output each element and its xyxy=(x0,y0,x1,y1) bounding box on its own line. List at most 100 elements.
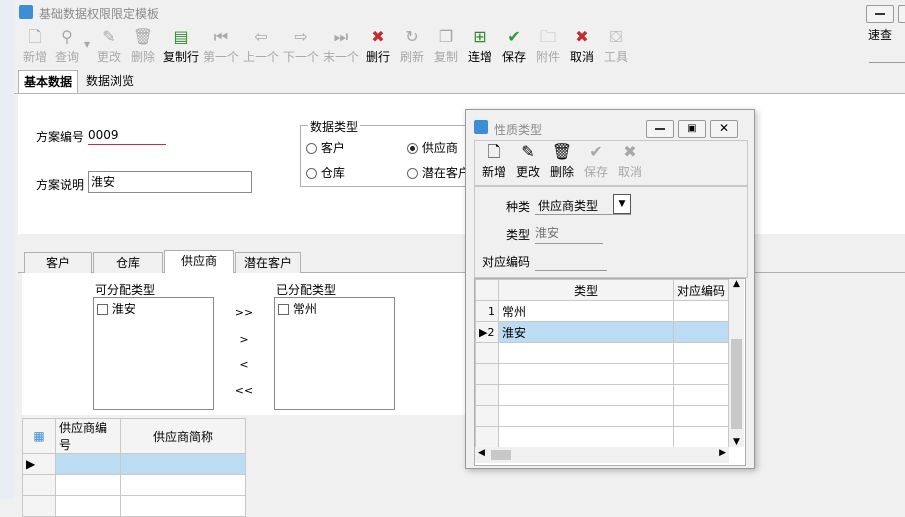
table-row[interactable] xyxy=(475,363,730,385)
current-row-indicator-icon: ▶ xyxy=(22,453,56,475)
delete-button[interactable]: 🗑 删除 xyxy=(126,26,160,68)
unassign-one-button[interactable]: < xyxy=(234,358,254,371)
refresh-icon: ↻ xyxy=(405,27,419,46)
search-icon: ⚲ xyxy=(61,27,73,46)
scroll-up-icon[interactable]: ▲ xyxy=(729,279,744,289)
table-row[interactable]: ▶2 淮安 xyxy=(475,321,730,343)
tab-basic-data[interactable]: 基本数据 xyxy=(18,70,79,93)
table-row[interactable] xyxy=(475,426,730,448)
scroll-down-icon[interactable]: ▼ xyxy=(729,437,744,447)
radio-warehouse[interactable]: 仓库 xyxy=(306,164,345,181)
grid-cell[interactable] xyxy=(672,363,730,385)
check-icon: ✔ xyxy=(589,142,603,161)
grid-cell[interactable] xyxy=(120,453,246,475)
column-header-supplier-name[interactable]: 供应商简称 xyxy=(120,418,246,454)
first-button[interactable]: ⏮ 第一个 xyxy=(203,26,239,68)
chevron-down-icon[interactable]: ▼ xyxy=(613,194,631,214)
copy-icon: ❐ xyxy=(438,27,454,46)
lower-tab-customer[interactable]: 客户 xyxy=(24,252,92,273)
grid-cell[interactable] xyxy=(672,405,730,427)
dialog-close-button[interactable]: ✕ xyxy=(710,120,738,138)
horizontal-scroll-thumb[interactable] xyxy=(491,450,511,460)
grid-cell[interactable] xyxy=(497,426,674,448)
continuous-add-icon: ⊞ xyxy=(473,27,487,46)
grid-settings-icon[interactable]: ▦ xyxy=(22,418,56,454)
grid-cell[interactable] xyxy=(497,384,674,406)
pencil-icon: ✎ xyxy=(102,27,116,46)
dialog-restore-button[interactable]: ▣ xyxy=(678,120,706,138)
table-row[interactable]: ▶ xyxy=(22,453,246,475)
dialog-grid: 类型 对应编码 1 常州 ▶2 淮安 ▲ ▼ ◀ ▶ xyxy=(474,278,746,466)
code-field[interactable] xyxy=(535,250,607,271)
table-row[interactable] xyxy=(22,474,246,496)
grid-cell[interactable]: 常州 xyxy=(497,300,674,322)
copy-row-button[interactable]: ▤ 复制行 xyxy=(163,26,199,68)
dialog-cancel-button[interactable]: ✖ 取消 xyxy=(613,141,647,183)
grid-cell[interactable] xyxy=(497,363,674,385)
horizontal-scrollbar[interactable]: ◀ ▶ xyxy=(475,447,729,463)
grid-cell[interactable] xyxy=(55,453,121,475)
list-item[interactable]: 淮安 xyxy=(94,298,213,319)
query-button[interactable]: ⚲ 查询 xyxy=(50,26,84,68)
kind-select[interactable]: 供应商类型 ▼ xyxy=(535,194,631,215)
code-label: 对应编码 xyxy=(482,255,531,269)
grid-cell[interactable] xyxy=(672,342,730,364)
column-header-code[interactable]: 对应编码 xyxy=(672,279,730,301)
app-icon xyxy=(19,5,33,19)
cancel-x-icon: ✖ xyxy=(623,142,637,161)
grid-cell[interactable] xyxy=(672,300,730,322)
vertical-scroll-thumb[interactable] xyxy=(731,339,742,429)
available-types-list[interactable]: 淮安 xyxy=(93,297,214,410)
kind-label: 种类 xyxy=(506,200,531,214)
checkbox[interactable] xyxy=(278,304,289,315)
cancel-x-icon: ✖ xyxy=(575,27,589,46)
assign-all-button[interactable]: >> xyxy=(234,306,254,319)
lower-tab-supplier[interactable]: 供应商 xyxy=(164,250,234,273)
radio-supplier[interactable]: 供应商 xyxy=(407,139,458,156)
grid-cell[interactable]: 淮安 xyxy=(497,321,674,343)
scheme-desc-field[interactable]: 淮安 xyxy=(88,171,252,193)
radio-customer[interactable]: 客户 xyxy=(306,139,345,156)
assigned-types-list[interactable]: 常州 xyxy=(274,297,395,410)
vertical-scrollbar[interactable]: ▲ ▼ xyxy=(729,279,744,447)
scroll-right-icon[interactable]: ▶ xyxy=(719,448,726,458)
table-row[interactable] xyxy=(475,384,730,406)
list-item[interactable]: 常州 xyxy=(275,298,394,319)
grid-cell[interactable] xyxy=(55,474,121,496)
tools-button[interactable]: ⛋ 工具 xyxy=(599,26,633,68)
next-button[interactable]: ⇨ 下一个 xyxy=(283,26,319,68)
grid-cell[interactable] xyxy=(672,384,730,406)
lower-tab-warehouse[interactable]: 仓库 xyxy=(93,252,163,273)
column-header-type[interactable]: 类型 xyxy=(497,279,674,301)
table-row[interactable]: 1 常州 xyxy=(475,300,730,322)
unassign-all-button[interactable]: << xyxy=(234,384,254,397)
grid-cell[interactable] xyxy=(497,342,674,364)
column-header-supplier-no[interactable]: 供应商编号 xyxy=(55,418,121,454)
table-row[interactable] xyxy=(475,405,730,427)
radio-potential-customer[interactable]: 潜在客户 xyxy=(407,164,470,181)
maximize-button[interactable] xyxy=(898,5,905,23)
checkbox[interactable] xyxy=(97,304,108,315)
basic-data-pane: 方案编号 0009 方案说明 淮安 数据类型 客户 供应商 仓库 潜在客户 xyxy=(18,94,905,234)
folder-icon: 🗀 xyxy=(539,27,556,46)
grid-cell[interactable] xyxy=(672,321,730,343)
assign-one-button[interactable]: > xyxy=(234,333,254,346)
scroll-left-icon[interactable]: ◀ xyxy=(478,448,485,458)
type-field[interactable]: 淮安 xyxy=(535,223,603,244)
grid-cell[interactable] xyxy=(120,474,246,496)
pencil-icon: ✎ xyxy=(521,142,535,161)
available-types-label: 可分配类型 xyxy=(95,283,156,297)
prev-icon: ⇦ xyxy=(254,27,268,46)
grid-cell[interactable] xyxy=(497,405,674,427)
delete-row-icon: ✖ xyxy=(371,27,385,46)
prev-button[interactable]: ⇦ 上一个 xyxy=(243,26,279,68)
dialog-title: 性质类型 xyxy=(494,123,543,137)
minimize-button[interactable] xyxy=(866,5,894,23)
table-row[interactable] xyxy=(475,342,730,364)
tab-data-browse[interactable]: 数据浏览 xyxy=(81,70,139,92)
copy-row-icon: ▤ xyxy=(173,27,189,46)
grid-cell[interactable] xyxy=(672,426,730,448)
scheme-no-field[interactable]: 0009 xyxy=(88,126,166,145)
dialog-minimize-button[interactable] xyxy=(646,120,674,138)
lower-tab-potential-customer[interactable]: 潜在客户 xyxy=(235,252,301,273)
